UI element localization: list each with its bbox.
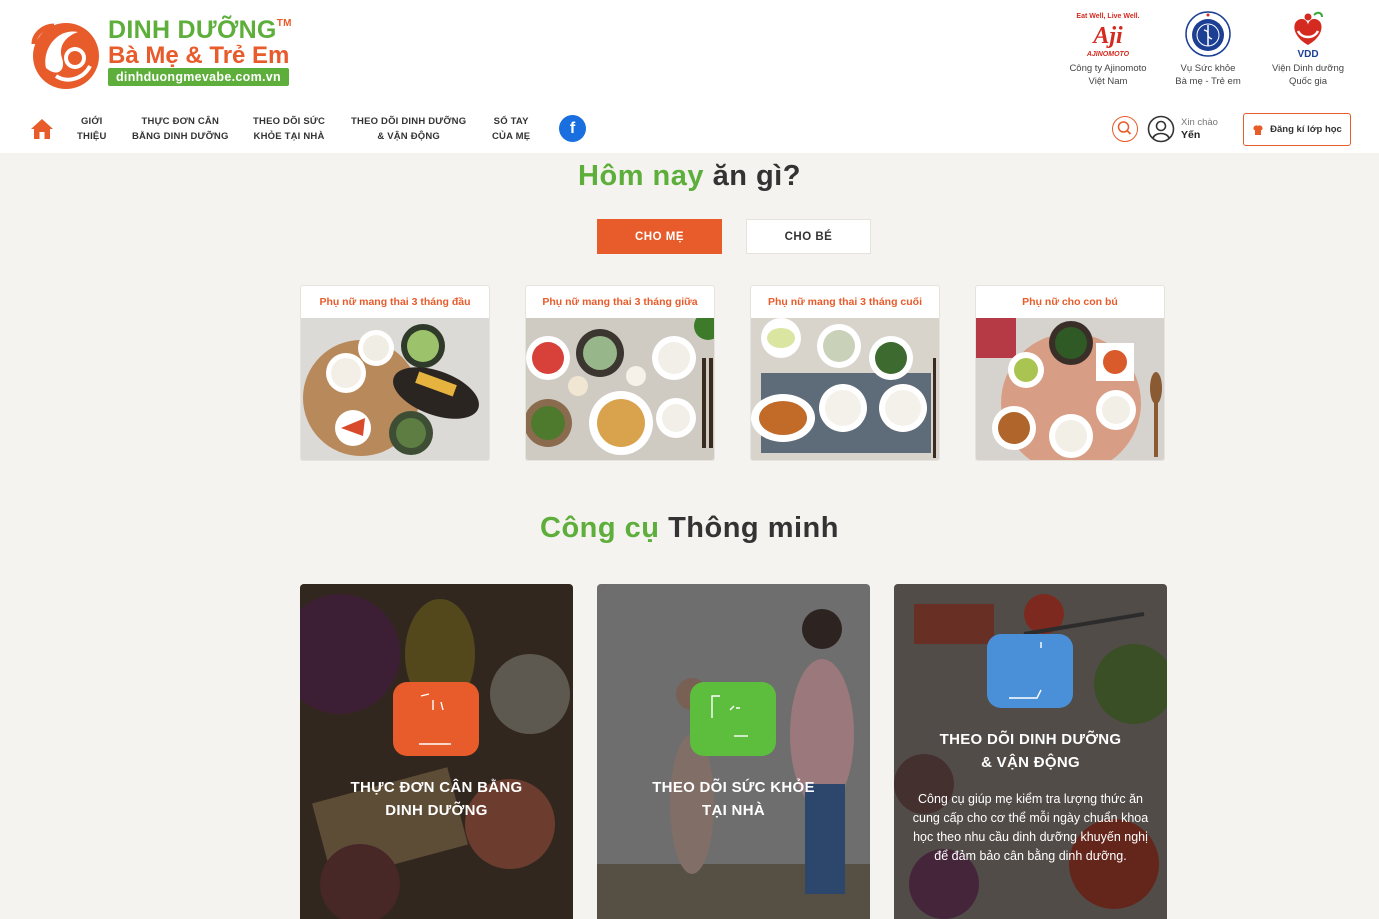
site-logo[interactable]: DINH DƯỠNGTM Bà Mẹ & Trẻ Em dinhduongmev… [28,14,300,90]
health-ministry-icon [1185,11,1231,57]
nav-item-thuc-don[interactable]: THỰC ĐƠN CÂN BẰNG DINH DƯỠNG [132,114,229,144]
tool-name: THEO DÕI DINH DƯỠNG & VẬN ĐỘNG [939,731,1122,771]
menu-card[interactable]: Phụ nữ mang thai 3 tháng đầu [300,285,490,461]
partner-name: Vụ Sức khỏe Bà mẹ - Trẻ em [1175,63,1241,87]
tool-icon-bg [393,682,479,756]
mother-baby-logo-icon [31,23,99,89]
tab-cho-me[interactable]: CHO MẸ [597,219,722,254]
brand-url: dinhduongmevabe.com.vn [108,68,289,86]
menu-section-title: Hôm nay ăn gì? [578,160,801,192]
menu-card[interactable]: Phụ nữ mang thai 3 tháng cuối [750,285,940,461]
menu-card[interactable]: Phụ nữ cho con bú [975,285,1165,461]
ajinomoto-logo: Eat Well, Live Well. Aji AJINOMOTO [1061,8,1155,60]
partner-logos: Eat Well, Live Well. Aji AJINOMOTO Công … [1061,8,1355,88]
meal-photo [751,318,939,460]
search-icon [1117,121,1132,135]
ministry-logo [1161,8,1255,60]
home-icon[interactable] [30,118,54,140]
tool-card-dinh-duong[interactable]: THEO DÕI DINH DƯỠNG & VẬN ĐỘNG Công cụ gi… [894,584,1167,919]
audience-tabs: CHO MẸ CHO BÉ [597,219,871,254]
greeting-label: Xin chào [1181,117,1218,128]
nav-item-suc-khoe[interactable]: THEO DÕI SỨC KHỎE TẠI NHÀ [253,114,325,144]
brand-line2: Bà Mẹ & Trẻ Em [108,42,290,69]
register-class-button[interactable]: Đăng kí lớp học [1243,113,1351,146]
tool-card-suc-khoe[interactable]: THEO DÕI SỨC KHỎE TẠI NHÀ [597,584,870,919]
partner-vu-suc-khoe[interactable]: Vụ Sức khỏe Bà mẹ - Trẻ em [1161,8,1255,88]
smart-tools: THỰC ĐƠN CÂN BẰNG DINH DƯỠNG THEO DÕI SỨC… [300,584,1167,919]
site-header: DINH DƯỠNGTM Bà Mẹ & Trẻ Em dinhduongmev… [0,0,1379,153]
tool-name: THEO DÕI SỨC KHỎE TẠI NHÀ [652,779,815,819]
health-tool-icon [690,682,776,756]
ajinomoto-tagline: Eat Well, Live Well. [1076,13,1139,20]
facebook-icon[interactable]: f [559,115,586,142]
main-nav: GIỚI THIỆU THỰC ĐƠN CÂN BẰNG DINH DƯỠNG TH… [0,106,1379,152]
menu-card[interactable]: Phụ nữ mang thai 3 tháng giữa [525,285,715,461]
nav-item-gioi-thieu[interactable]: GIỚI THIỆU [77,114,107,144]
partner-ajinomoto[interactable]: Eat Well, Live Well. Aji AJINOMOTO Công … [1061,8,1155,88]
tool-name: THỰC ĐƠN CÂN BẰNG DINH DƯỠNG [350,779,523,819]
ajinomoto-mark: Aji [1091,23,1123,49]
tab-cho-be[interactable]: CHO BÉ [746,219,871,254]
card-title: Phụ nữ mang thai 3 tháng cuối [767,296,923,308]
register-label: Đăng kí lớp học [1270,124,1342,135]
nav-item-dinh-duong[interactable]: THEO DÕI DINH DƯỠNG & VẬN ĐỘNG [351,114,466,144]
search-button[interactable] [1112,116,1138,142]
brand-line1: DINH DƯỠNGTM [108,16,292,44]
tool-icon-bg [987,634,1073,708]
tools-section-title: Công cụ Thông minh [540,512,839,544]
vdd-logo: VDD [1261,8,1355,60]
tool-card-thuc-don[interactable]: THỰC ĐƠN CÂN BẰNG DINH DƯỠNG [300,584,573,919]
vdd-icon: VDD [1294,11,1323,59]
menu-cards: Phụ nữ mang thai 3 tháng đầu Phụ nữ mang… [300,285,1165,461]
chef-hat-icon [1253,124,1263,135]
tool-description: Công cụ giúp mẹ kiểm tra lượng thức ăn c… [912,792,1149,863]
menu-tool-icon [393,682,479,756]
card-title: Phụ nữ mang thai 3 tháng đầu [319,296,471,308]
username-label[interactable]: Yến [1181,129,1200,141]
partner-vdd[interactable]: VDD Viện Dinh dưỡng Quốc gia [1261,8,1355,88]
nav-item-so-tay[interactable]: SỔ TAY CỦA MẸ [492,114,530,144]
partner-name: Viện Dinh dưỡng Quốc gia [1271,63,1345,87]
tool-icon-bg [690,682,776,756]
card-title: Phụ nữ mang thai 3 tháng giữa [542,296,698,308]
meal-photo [976,318,1164,460]
ajinomoto-icon: Eat Well, Live Well. Aji AJINOMOTO [1076,13,1139,58]
meal-photo [301,318,489,460]
vdd-wordmark: VDD [1297,49,1318,59]
meal-photo [526,318,714,460]
ajinomoto-wordmark: AJINOMOTO [1086,51,1130,58]
user-avatar-icon[interactable] [1147,115,1175,143]
partner-name: Công ty Ajinomoto Việt Nam [1069,63,1147,87]
nutrition-tool-icon [987,634,1073,708]
card-title: Phụ nữ cho con bú [1022,296,1118,308]
